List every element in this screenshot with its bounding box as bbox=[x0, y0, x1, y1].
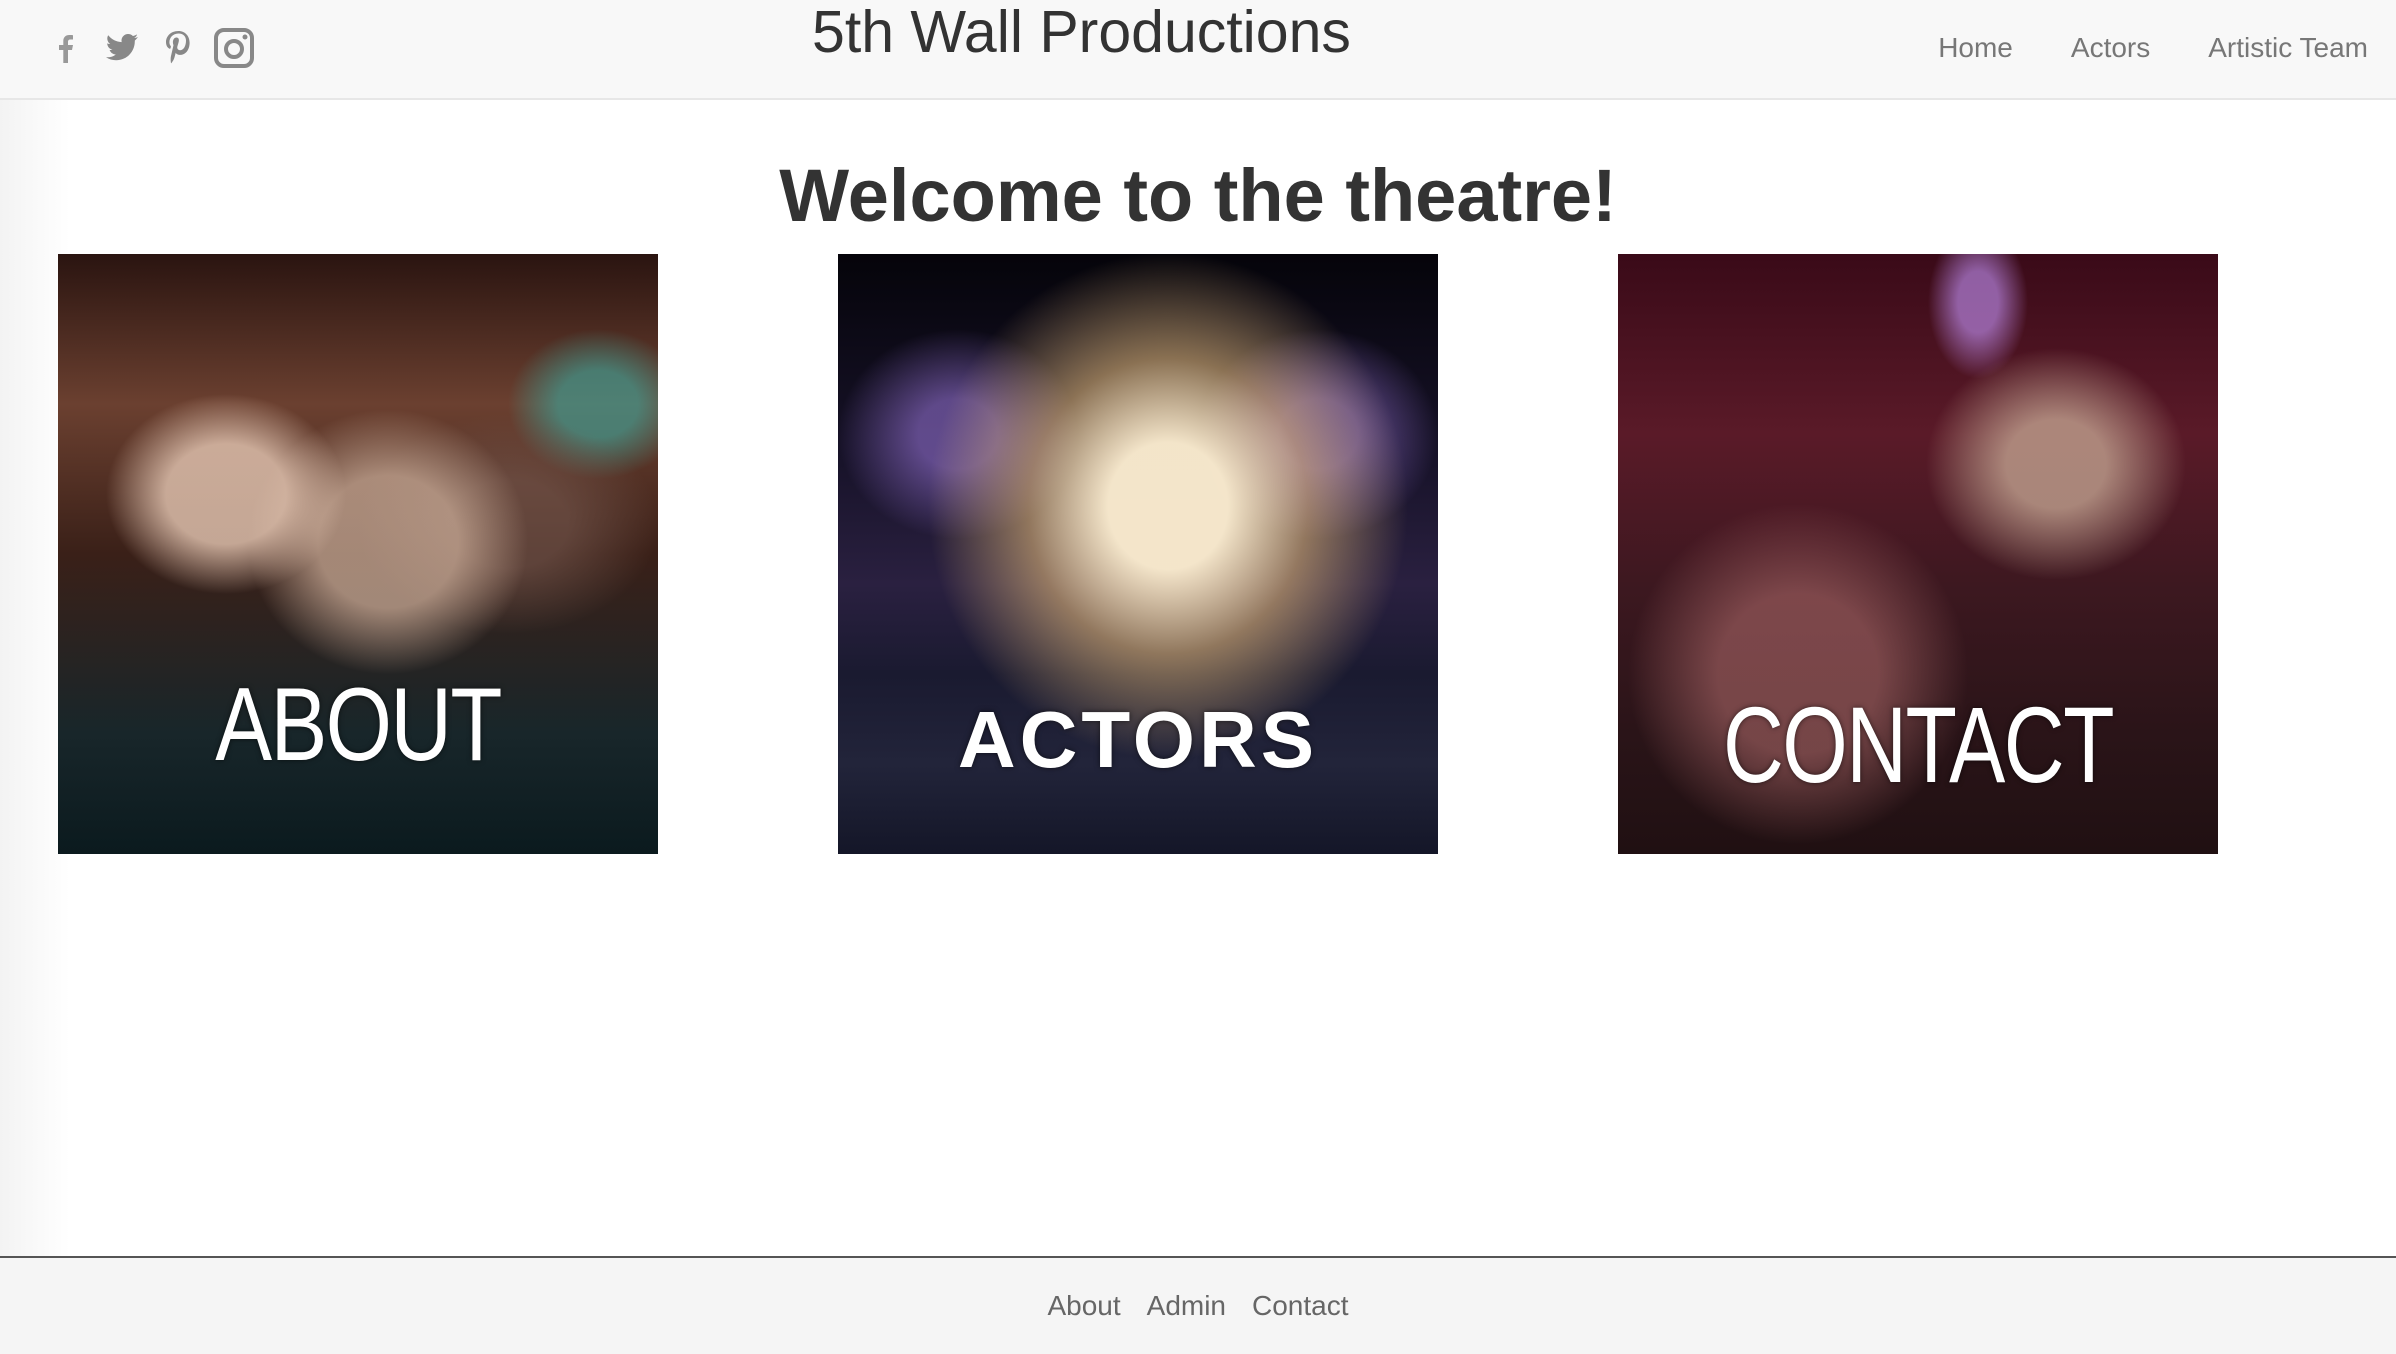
navbar: 5th Wall Productions Home Actors Artisti… bbox=[0, 0, 2396, 100]
welcome-heading: Welcome to the theatre! bbox=[779, 154, 1617, 237]
footer: About Admin Contact bbox=[0, 1256, 2396, 1354]
footer-contact-link[interactable]: Contact bbox=[1252, 1286, 1349, 1326]
nav-actors[interactable]: Actors bbox=[2071, 28, 2150, 68]
about-card-label: ABOUT bbox=[215, 667, 502, 783]
nav-artistic-team[interactable]: Artistic Team bbox=[2208, 28, 2368, 68]
about-card[interactable]: ABOUT bbox=[58, 254, 658, 854]
facebook-icon[interactable] bbox=[44, 26, 88, 70]
brand-title[interactable]: 5th Wall Productions bbox=[812, 0, 1351, 65]
brand-wrap: 5th Wall Productions bbox=[812, 0, 1351, 64]
contact-card-label: CONTACT bbox=[1723, 684, 2115, 805]
nav-home[interactable]: Home bbox=[1938, 28, 2013, 68]
twitter-icon[interactable] bbox=[100, 26, 144, 70]
contact-card[interactable]: CONTACT bbox=[1618, 254, 2218, 854]
footer-about-link[interactable]: About bbox=[1047, 1286, 1120, 1326]
actors-card[interactable]: ACTORS bbox=[838, 254, 1438, 854]
social-links bbox=[44, 24, 256, 72]
footer-admin-link[interactable]: Admin bbox=[1147, 1286, 1226, 1326]
pinterest-icon[interactable] bbox=[156, 26, 200, 70]
instagram-icon[interactable] bbox=[212, 26, 256, 70]
actors-card-label: ACTORS bbox=[957, 695, 1319, 784]
main-nav: Home Actors Artistic Team bbox=[1938, 28, 2368, 68]
